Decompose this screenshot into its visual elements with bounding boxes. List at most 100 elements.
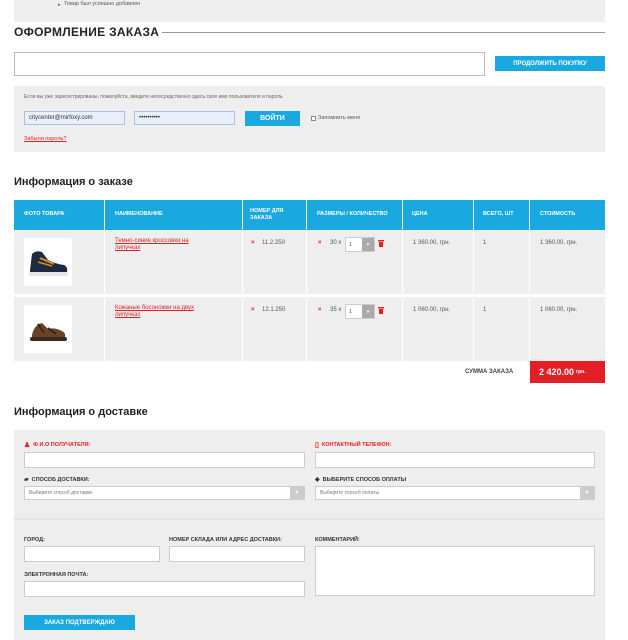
login-info-text: Если вы уже зарегистрированы, пожалуйста…	[24, 94, 283, 100]
size-value: 35 x	[330, 307, 342, 313]
divider	[242, 200, 243, 230]
delivery-method-placeholder: Выберите способ доставки	[29, 490, 92, 496]
delivery-info-title: Информация о доставке	[14, 406, 148, 418]
product-image-sneakers[interactable]	[24, 238, 72, 286]
col-name: НАИМЕНОВАНИЕ	[115, 211, 163, 218]
sneaker-icon	[29, 251, 68, 276]
checkout-title: ОФОРМЛЕНИЕ ЗАКАЗА	[14, 25, 160, 39]
phone-label-text: КОНТАКТНЫЙ ТЕЛЕФОН:	[321, 442, 392, 448]
notice-text: Товар был успешно добавлен	[64, 1, 141, 7]
trash-icon[interactable]	[378, 240, 384, 247]
forgot-password-link[interactable]: Забыли пароль?	[24, 136, 66, 142]
remember-me[interactable]: Запомнить меня	[311, 115, 360, 121]
count-value: 1	[483, 307, 487, 313]
sum-currency: грн.	[576, 369, 586, 375]
city-label: ГОРОД:	[24, 537, 45, 543]
delivery-panel-top	[14, 430, 605, 518]
divider	[402, 200, 403, 230]
tag-icon: ◆	[315, 477, 320, 483]
payment-method-select[interactable]: Выберите способ оплаты ▼	[315, 486, 595, 500]
remove-icon[interactable]: ×	[318, 307, 322, 313]
order-info-title: Информация о заказе	[14, 176, 133, 188]
sandal-icon	[30, 323, 67, 341]
quantity-select[interactable]: 1 ▾	[345, 237, 375, 252]
remember-checkbox[interactable]	[311, 115, 316, 121]
person-icon: ♟	[24, 442, 31, 449]
delivery-method-label: ▰ СПОСОБ ДОСТАВКИ:	[24, 476, 90, 484]
divider	[306, 297, 307, 361]
trash-icon[interactable]	[378, 307, 384, 314]
divider	[473, 200, 474, 230]
table-row: Кожаные босоножки на двух липучках × 12.…	[14, 297, 605, 361]
password-field[interactable]: ••••••••••	[134, 111, 235, 125]
order-code: 12.1.250	[262, 307, 286, 313]
product-link[interactable]: Кожаные босоножки на двух липучках	[115, 305, 215, 319]
comment-label: КОММЕНТАРИЙ:	[315, 537, 360, 543]
remember-label: Запомнить меня	[318, 115, 361, 121]
total-value: 1 060.00, грн.	[540, 307, 578, 313]
warehouse-label: НОМЕР СКЛАДА ИЛИ АДРЕС ДОСТАВКИ:	[169, 537, 282, 543]
email-field[interactable]: citycenter@mirfoxy.com	[24, 111, 125, 125]
chevron-down-icon: ▾	[362, 305, 374, 318]
col-price: ЦЕНА	[412, 211, 428, 218]
login-button[interactable]: ВОЙТИ	[245, 111, 300, 126]
product-image-sandals[interactable]	[24, 305, 72, 353]
truck-icon: ▰	[24, 477, 29, 483]
recipient-label-text: Ф.И.О ПОЛУЧАТЕЛЯ:	[33, 442, 91, 448]
divider	[306, 230, 307, 294]
payment-method-label-text: ВЫБЕРИТЕ СПОСОБ ОПЛАТЫ	[322, 476, 407, 483]
phone-field[interactable]	[315, 452, 595, 468]
confirm-order-button[interactable]: ЗАКАЗ ПОДТВЕРЖДАЮ	[24, 615, 135, 630]
order-code: 11.2.250	[262, 240, 285, 246]
divider	[402, 230, 403, 294]
city-field[interactable]	[24, 546, 160, 562]
divider	[242, 297, 243, 361]
total-value: 1 360.00, грн.	[540, 240, 578, 246]
delivery-email-field[interactable]	[24, 581, 305, 597]
divider	[402, 297, 403, 361]
divider	[529, 230, 530, 294]
delivery-method-label-text: СПОСОБ ДОСТАВКИ:	[31, 476, 90, 483]
remove-icon[interactable]: ×	[318, 240, 322, 246]
chevron-down-icon: ▼	[290, 487, 304, 499]
order-sum-value: 2 420.00 грн.	[530, 361, 605, 383]
order-sum-label: СУММА ЗАКАЗА	[465, 369, 514, 375]
divider	[162, 32, 605, 33]
divider	[104, 297, 105, 361]
quantity-value: 1	[349, 241, 353, 248]
email-label: ЭЛЕКТРОННАЯ ПОЧТА:	[24, 572, 89, 578]
payment-method-placeholder: Выберите способ оплаты	[320, 490, 380, 496]
size-value: 30 x	[330, 240, 342, 246]
recipient-name-field[interactable]	[24, 452, 305, 468]
order-table-header: ФОТО ТОВАРА НАИМЕНОВАНИЕ НОМЕР ДЛЯ ЗАКАЗ…	[14, 200, 605, 230]
recipient-label: ♟ Ф.И.О ПОЛУЧАТЕЛЯ:	[24, 441, 90, 449]
phone-icon: ▯	[315, 442, 319, 449]
divider	[529, 297, 530, 361]
chevron-down-icon: ▾	[362, 238, 374, 251]
divider	[473, 230, 474, 294]
col-code: НОМЕР ДЛЯ ЗАКАЗА	[250, 207, 284, 221]
checkout-text-field[interactable]	[14, 52, 485, 76]
payment-method-label: ◆ ВЫБЕРИТЕ СПОСОБ ОПЛАТЫ	[315, 476, 407, 484]
col-photo: ФОТО ТОВАРА	[24, 211, 65, 218]
divider	[104, 230, 105, 294]
chevron-down-icon: ▼	[580, 487, 594, 499]
divider	[104, 200, 105, 230]
divider	[242, 230, 243, 294]
remove-icon[interactable]: ×	[251, 240, 255, 246]
col-total: СТОИМОСТЬ	[540, 211, 576, 218]
count-value: 1	[483, 240, 487, 246]
product-link[interactable]: Темно-синие кроссовки на липучках	[115, 238, 215, 252]
remove-icon[interactable]: ×	[251, 307, 255, 313]
delivery-method-select[interactable]: Выберите способ доставки ▼	[24, 486, 305, 500]
quantity-select[interactable]: 1 ▾	[345, 304, 375, 319]
warehouse-field[interactable]	[169, 546, 305, 562]
divider	[529, 200, 530, 230]
quantity-value: 1	[349, 308, 353, 315]
continue-shopping-button[interactable]: ПРОДОЛЖИТЬ ПОКУПКУ	[495, 56, 605, 71]
col-count: ВСЕГО, ШТ	[483, 211, 514, 218]
divider	[473, 297, 474, 361]
price-value: 1 360.00, грн.	[413, 240, 451, 246]
comment-textarea[interactable]	[315, 546, 595, 596]
bullet-icon: ▸	[58, 2, 61, 8]
